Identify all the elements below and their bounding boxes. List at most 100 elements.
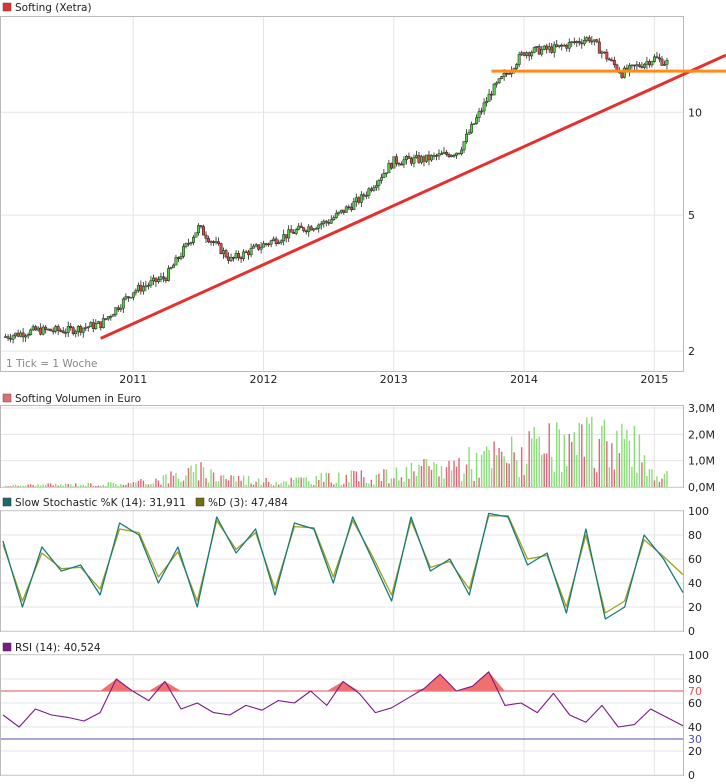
- candle-body: [575, 41, 579, 43]
- x-axis: 2011 2012 2013 2014 2015: [119, 373, 668, 386]
- candle-body: [116, 307, 120, 310]
- candle-body: [121, 298, 125, 309]
- candle-body: [184, 243, 188, 247]
- candle-body: [452, 154, 456, 157]
- candle-body: [630, 64, 634, 67]
- stochastic-k-swatch: [2, 497, 12, 507]
- candle-body: [249, 247, 253, 256]
- candle-body: [106, 316, 110, 320]
- candle-body: [21, 332, 25, 338]
- candle-body: [69, 326, 73, 328]
- candle-body: [89, 322, 93, 328]
- candle-body: [11, 335, 15, 340]
- candle-body: [312, 228, 316, 231]
- candle-body: [289, 229, 293, 233]
- candle-body: [214, 241, 218, 243]
- candle-body: [374, 185, 378, 188]
- volume-title: Softing Volumen in Euro: [15, 393, 141, 405]
- candle-body: [174, 257, 178, 266]
- candle-body: [99, 321, 103, 329]
- candle-body: [620, 72, 624, 78]
- stochastic-y-tick-label: 60: [688, 553, 702, 566]
- volume-y-tick-label: 1,0M: [688, 455, 715, 468]
- candle-body: [237, 253, 241, 259]
- candle-body: [372, 187, 376, 191]
- candle-body: [415, 155, 418, 158]
- candle-body: [332, 217, 336, 220]
- volume-y-tick-label: 0,0M: [688, 481, 715, 494]
- candle-body: [317, 224, 321, 229]
- candle-body: [109, 315, 113, 318]
- candle-body: [9, 338, 13, 340]
- stochastic-y-tick-label: 100: [688, 505, 709, 518]
- rsi-y-tick-label: 80: [688, 673, 702, 686]
- candle-body: [347, 206, 351, 209]
- candle-body: [502, 72, 506, 77]
- candle-body: [642, 63, 646, 68]
- candle-body: [430, 155, 433, 161]
- rsi-legend-swatch: [2, 642, 12, 652]
- candle-body: [327, 221, 331, 224]
- candle-body: [665, 59, 669, 65]
- candle-body: [34, 326, 38, 331]
- candle-body: [612, 59, 616, 66]
- volume-panel: Softing Volumen in Euro 0,0M 1,0M 2,0M 3,0M: [0, 393, 715, 494]
- stochastic-d-title: %D (3): 47,484: [208, 497, 288, 509]
- candle-body: [76, 326, 80, 332]
- candle-body: [6, 336, 10, 339]
- candle-body: [234, 253, 238, 259]
- candle-body: [277, 242, 281, 245]
- candle-body: [507, 73, 511, 75]
- candle-body: [164, 278, 168, 281]
- candle-body: [427, 154, 431, 161]
- stochastic-y-tick-label: 20: [688, 601, 702, 614]
- x-tick-label: 2015: [640, 373, 668, 386]
- candle-body: [24, 335, 28, 338]
- candle-body: [31, 326, 35, 331]
- candle-body: [500, 76, 504, 79]
- candle-body: [182, 246, 185, 257]
- rsi-y-tick-label: 30: [688, 733, 702, 746]
- candle-body: [392, 156, 396, 169]
- candle-body: [552, 44, 556, 53]
- candle-body: [217, 241, 220, 244]
- candle-body: [49, 328, 53, 332]
- candle-body: [349, 206, 353, 210]
- candle-body: [437, 153, 441, 157]
- candle-body: [74, 331, 78, 334]
- candle-body: [202, 226, 205, 236]
- candle-body: [141, 286, 145, 292]
- candle-body: [465, 133, 469, 142]
- candle-body: [585, 37, 589, 41]
- candle-body: [272, 238, 276, 242]
- candle-body: [387, 163, 391, 174]
- x-tick-label: 2014: [510, 373, 538, 386]
- candle-body: [610, 59, 614, 62]
- candle-body: [282, 234, 286, 242]
- candle-body: [124, 296, 128, 300]
- candle-body: [322, 220, 326, 225]
- candle-body: [81, 327, 85, 333]
- candle-body: [61, 330, 65, 334]
- candle-body: [417, 155, 421, 163]
- candle-body: [299, 225, 303, 228]
- candle-body: [169, 267, 173, 269]
- candle-body: [445, 151, 448, 155]
- candle-body: [367, 188, 371, 196]
- rsi-panel: RSI (14): 40,524 0 203040 607080 100: [0, 642, 709, 782]
- candle-body: [522, 52, 526, 56]
- candle-body: [149, 280, 153, 286]
- candle-body: [542, 45, 546, 50]
- candle-body: [359, 194, 363, 203]
- x-tick-label: 2012: [250, 373, 278, 386]
- candle-body: [457, 152, 461, 155]
- candle-body: [64, 332, 68, 334]
- candle-body: [394, 156, 398, 164]
- rsi-y-tick-label: 20: [688, 745, 702, 758]
- candle-body: [550, 46, 554, 53]
- candle-body: [324, 220, 328, 223]
- price-title: Softing (Xetra): [15, 2, 92, 14]
- candle-body: [129, 296, 133, 299]
- candle-body: [590, 40, 594, 43]
- candle-body: [156, 279, 160, 282]
